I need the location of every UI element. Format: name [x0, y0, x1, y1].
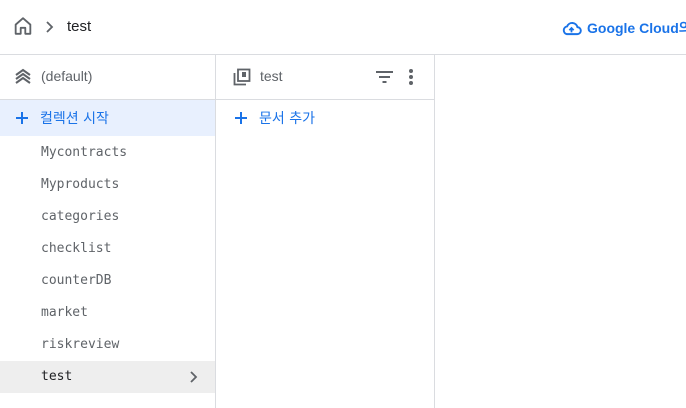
chevron-right-icon	[190, 371, 198, 383]
database-stack-icon	[15, 68, 31, 84]
list-item[interactable]: market	[0, 297, 215, 329]
list-item[interactable]: checklist	[0, 233, 215, 265]
google-cloud-link[interactable]: Google Cloud의	[561, 17, 686, 39]
collection-label: counterDB	[41, 273, 112, 288]
list-item[interactable]: riskreview	[0, 329, 215, 361]
collection-label: Myproducts	[41, 177, 120, 192]
cloud-icon	[562, 22, 582, 36]
chevron-right-icon	[46, 21, 54, 33]
top-bar: test Google Cloud의	[0, 0, 686, 55]
collection-label: Mycontracts	[41, 145, 128, 160]
plus-icon	[16, 112, 28, 124]
collection-label: riskreview	[41, 337, 120, 352]
collection-label: categories	[41, 209, 120, 224]
database-name: (default)	[41, 68, 93, 84]
start-collection-label: 컬렉션 시작	[40, 111, 109, 127]
list-item-selected[interactable]: test	[0, 361, 215, 393]
list-item[interactable]: Myproducts	[0, 169, 215, 201]
collection-name: test	[260, 68, 283, 84]
list-item[interactable]: counterDB	[0, 265, 215, 297]
collection-panel: test 문서 추가	[216, 55, 435, 408]
list-item[interactable]: categories	[0, 201, 215, 233]
list-item[interactable]: Mycontracts	[0, 137, 215, 169]
collection-label: market	[41, 305, 88, 320]
more-vert-icon[interactable]	[408, 68, 414, 86]
google-cloud-link-label: Google Cloud의	[587, 20, 686, 36]
add-document-label: 문서 추가	[259, 111, 315, 127]
plus-icon	[235, 112, 247, 124]
collection-list: Mycontracts Myproducts categories checkl…	[0, 137, 215, 393]
breadcrumb-current[interactable]: test	[67, 18, 91, 35]
collection-label: test	[41, 369, 73, 384]
filter-icon[interactable]	[375, 70, 394, 84]
start-collection-button[interactable]: 컬렉션 시작	[0, 100, 215, 136]
add-document-button[interactable]: 문서 추가	[216, 100, 434, 136]
database-header: (default)	[0, 55, 215, 100]
home-icon[interactable]	[12, 15, 34, 37]
collection-header: test	[216, 55, 434, 100]
database-panel: (default) 컬렉션 시작 Mycontracts Myproducts …	[0, 55, 216, 408]
collection-label: checklist	[41, 241, 112, 256]
collection-icon	[233, 68, 251, 86]
